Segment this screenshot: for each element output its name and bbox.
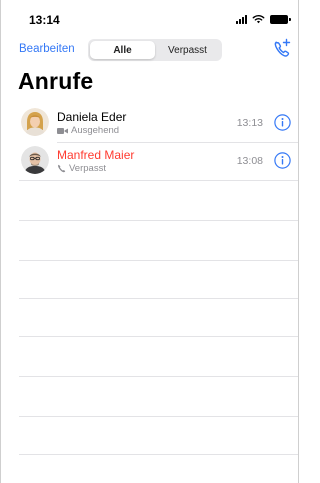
signal-icon bbox=[236, 14, 247, 24]
call-type-label: Verpasst bbox=[69, 163, 106, 174]
call-time: 13:13 bbox=[236, 117, 263, 129]
phone-icon bbox=[58, 164, 66, 173]
call-time: 13:08 bbox=[236, 155, 263, 167]
row-separator bbox=[19, 376, 298, 377]
row-separator bbox=[19, 336, 298, 337]
row-separator bbox=[19, 260, 298, 261]
segmented-control: Alle Verpasst bbox=[88, 39, 222, 61]
page-title: Anrufe bbox=[18, 68, 94, 94]
row-separator bbox=[19, 180, 298, 181]
call-row-manfred-maier[interactable]: Manfred Maier Verpasst 13:08 bbox=[1, 142, 298, 180]
segment-all[interactable]: Alle bbox=[90, 41, 155, 59]
row-separator bbox=[19, 298, 298, 299]
row-separator bbox=[19, 416, 298, 417]
row-separator bbox=[19, 454, 298, 455]
segment-missed[interactable]: Verpasst bbox=[155, 41, 220, 59]
row-separator bbox=[19, 220, 298, 221]
video-camera-icon bbox=[57, 127, 68, 134]
call-type: Ausgehend bbox=[57, 125, 119, 136]
call-type: Verpasst bbox=[57, 163, 106, 174]
call-name: Manfred Maier bbox=[57, 148, 135, 162]
avatar-man-icon bbox=[21, 146, 49, 174]
info-icon[interactable] bbox=[274, 152, 291, 169]
navigation-bar: Bearbeiten Alle Verpasst bbox=[1, 36, 298, 66]
call-name: Daniela Eder bbox=[57, 110, 127, 124]
wifi-icon bbox=[252, 14, 265, 24]
phone-screen: 13:14 Bearbeiten Alle Verpasst Anrufe Da… bbox=[0, 0, 299, 483]
status-icons bbox=[236, 14, 291, 24]
avatar-woman-icon bbox=[21, 108, 49, 136]
battery-icon bbox=[270, 14, 291, 24]
status-time: 13:14 bbox=[29, 13, 60, 27]
info-icon[interactable] bbox=[274, 114, 291, 131]
call-row-daniela-eder[interactable]: Daniela Eder Ausgehend 13:13 bbox=[1, 104, 298, 142]
call-type-label: Ausgehend bbox=[71, 125, 120, 136]
edit-button[interactable]: Bearbeiten bbox=[19, 43, 75, 55]
row-separator bbox=[57, 142, 298, 143]
phone-plus-icon[interactable] bbox=[272, 38, 292, 60]
status-bar: 13:14 bbox=[1, 0, 298, 36]
